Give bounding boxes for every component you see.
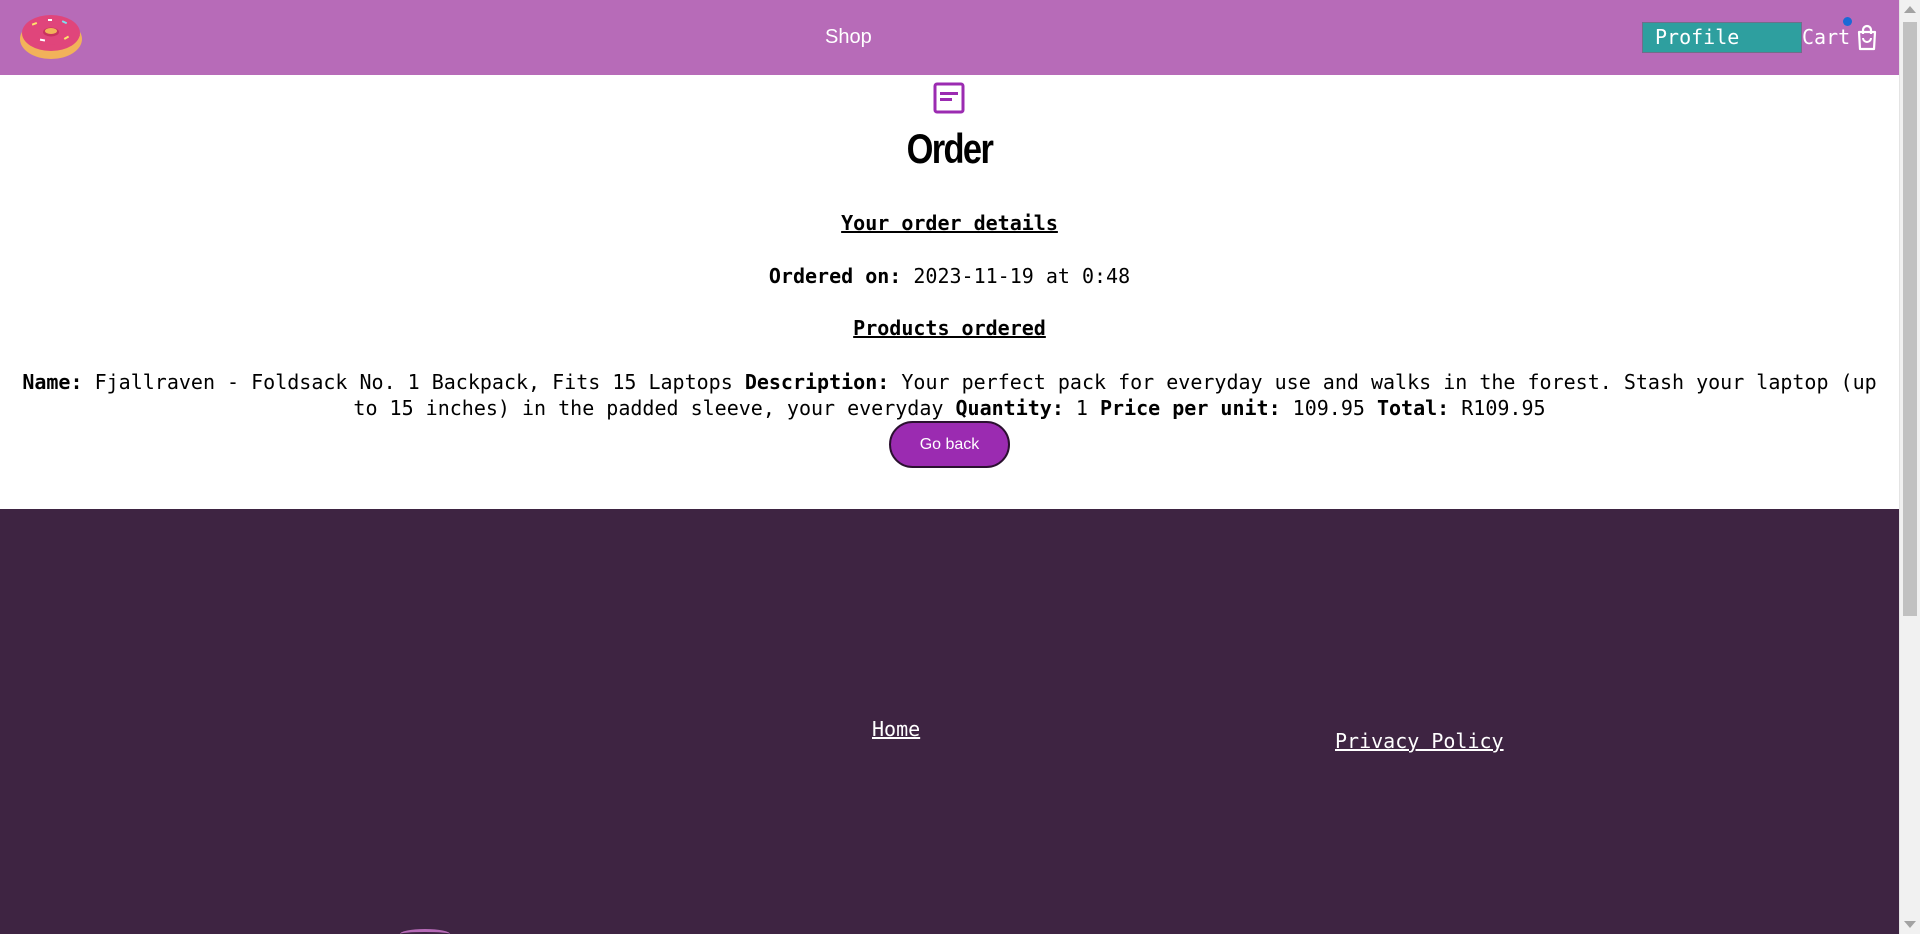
go-back-button[interactable]: Go back [889, 421, 1010, 468]
product-name: Fjallraven - Foldsack No. 1 Backpack, Fi… [94, 370, 733, 394]
shopping-bag-icon [1858, 24, 1877, 51]
cart-badge [1843, 17, 1852, 26]
profile-button[interactable]: Profile [1642, 22, 1802, 53]
products-ordered-heading-text: Products ordered [853, 316, 1046, 340]
ordered-on-label: Ordered on: [768, 264, 902, 288]
product-quantity: 1 [1075, 396, 1088, 420]
product-item: Name: Fjallraven - Foldsack No. 1 Backpa… [6, 369, 1893, 421]
product-name-label: Name: [22, 370, 83, 394]
footer-privacy-link[interactable]: Privacy Policy [1335, 729, 1504, 753]
ordered-on-line: Ordered on: 2023-11-19 at 0:48 [0, 264, 1899, 288]
product-price: 109.95 [1292, 396, 1365, 420]
footer: Home Privacy Policy [0, 509, 1899, 934]
order-details-heading-text: Your order details [841, 211, 1058, 235]
footer-decoration [400, 929, 450, 934]
scroll-up-arrow-icon[interactable] [1904, 6, 1916, 13]
top-navbar: Shop Profile Cart [0, 0, 1899, 75]
order-document-icon [933, 82, 965, 114]
order-details-heading: Your order details [0, 211, 1899, 235]
footer-home-link[interactable]: Home [872, 717, 920, 741]
nav-shop-link[interactable]: Shop [825, 26, 872, 49]
page-title: Order [906, 125, 994, 172]
product-total: R109.95 [1461, 396, 1546, 420]
vertical-scrollbar[interactable] [1899, 0, 1920, 934]
product-price-label: Price per unit: [1100, 396, 1281, 420]
ordered-on-value: 2023-11-19 at 0:48 [913, 264, 1131, 288]
order-content: Order Your order details Ordered on: 202… [0, 75, 1899, 509]
product-quantity-label: Quantity: [955, 396, 1064, 420]
scroll-thumb[interactable] [1903, 22, 1917, 616]
products-ordered-heading: Products ordered [0, 316, 1899, 340]
scroll-down-arrow-icon[interactable] [1904, 921, 1916, 928]
product-total-label: Total: [1376, 396, 1450, 420]
donut-icon[interactable] [18, 9, 84, 61]
cart-label: Cart [1802, 25, 1851, 49]
product-description-label: Description: [744, 370, 890, 394]
cart-button[interactable]: Cart [1802, 22, 1882, 52]
